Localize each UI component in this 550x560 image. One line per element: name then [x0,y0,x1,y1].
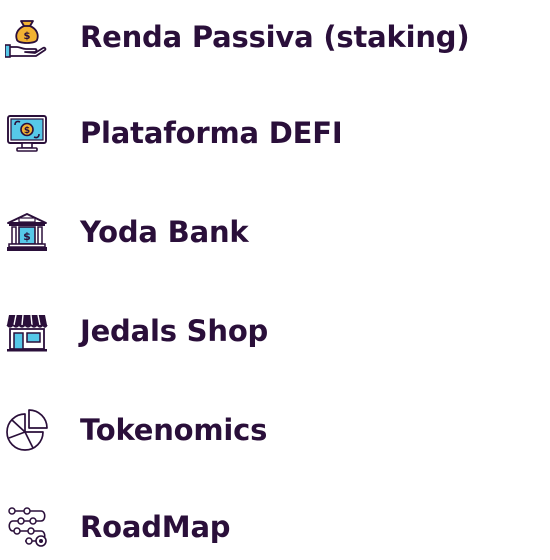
svg-text:$: $ [24,126,30,136]
menu-item-tokenomics[interactable]: Tokenomics [0,393,550,463]
menu-item-yoda-bank[interactable]: $ Yoda Bank [0,195,550,265]
menu-item-label: Yoda Bank [80,215,249,249]
menu-item-renda-passiva[interactable]: $ Renda Passiva (staking) [0,0,550,70]
svg-text:$: $ [23,230,31,243]
svg-text:$: $ [24,31,31,42]
shop-icon [5,309,49,353]
menu-item-label: Renda Passiva (staking) [80,20,470,54]
menu-item-label: Tokenomics [80,413,268,447]
main-menu: $ Renda Passiva (staking) $ Plataforma D… [0,0,550,550]
bank-icon: $ [5,210,49,254]
pie-chart-icon [5,408,49,452]
menu-item-label: RoadMap [80,510,231,544]
menu-item-label: Jedals Shop [80,314,269,348]
menu-item-jedals-shop[interactable]: Jedals Shop [0,294,550,364]
monitor-exchange-icon: $ [5,111,49,155]
roadmap-icon [5,505,49,549]
money-bag-hand-icon: $ [5,15,49,59]
menu-item-plataforma-defi[interactable]: $ Plataforma DEFI [0,96,550,166]
menu-item-label: Plataforma DEFI [80,116,343,150]
